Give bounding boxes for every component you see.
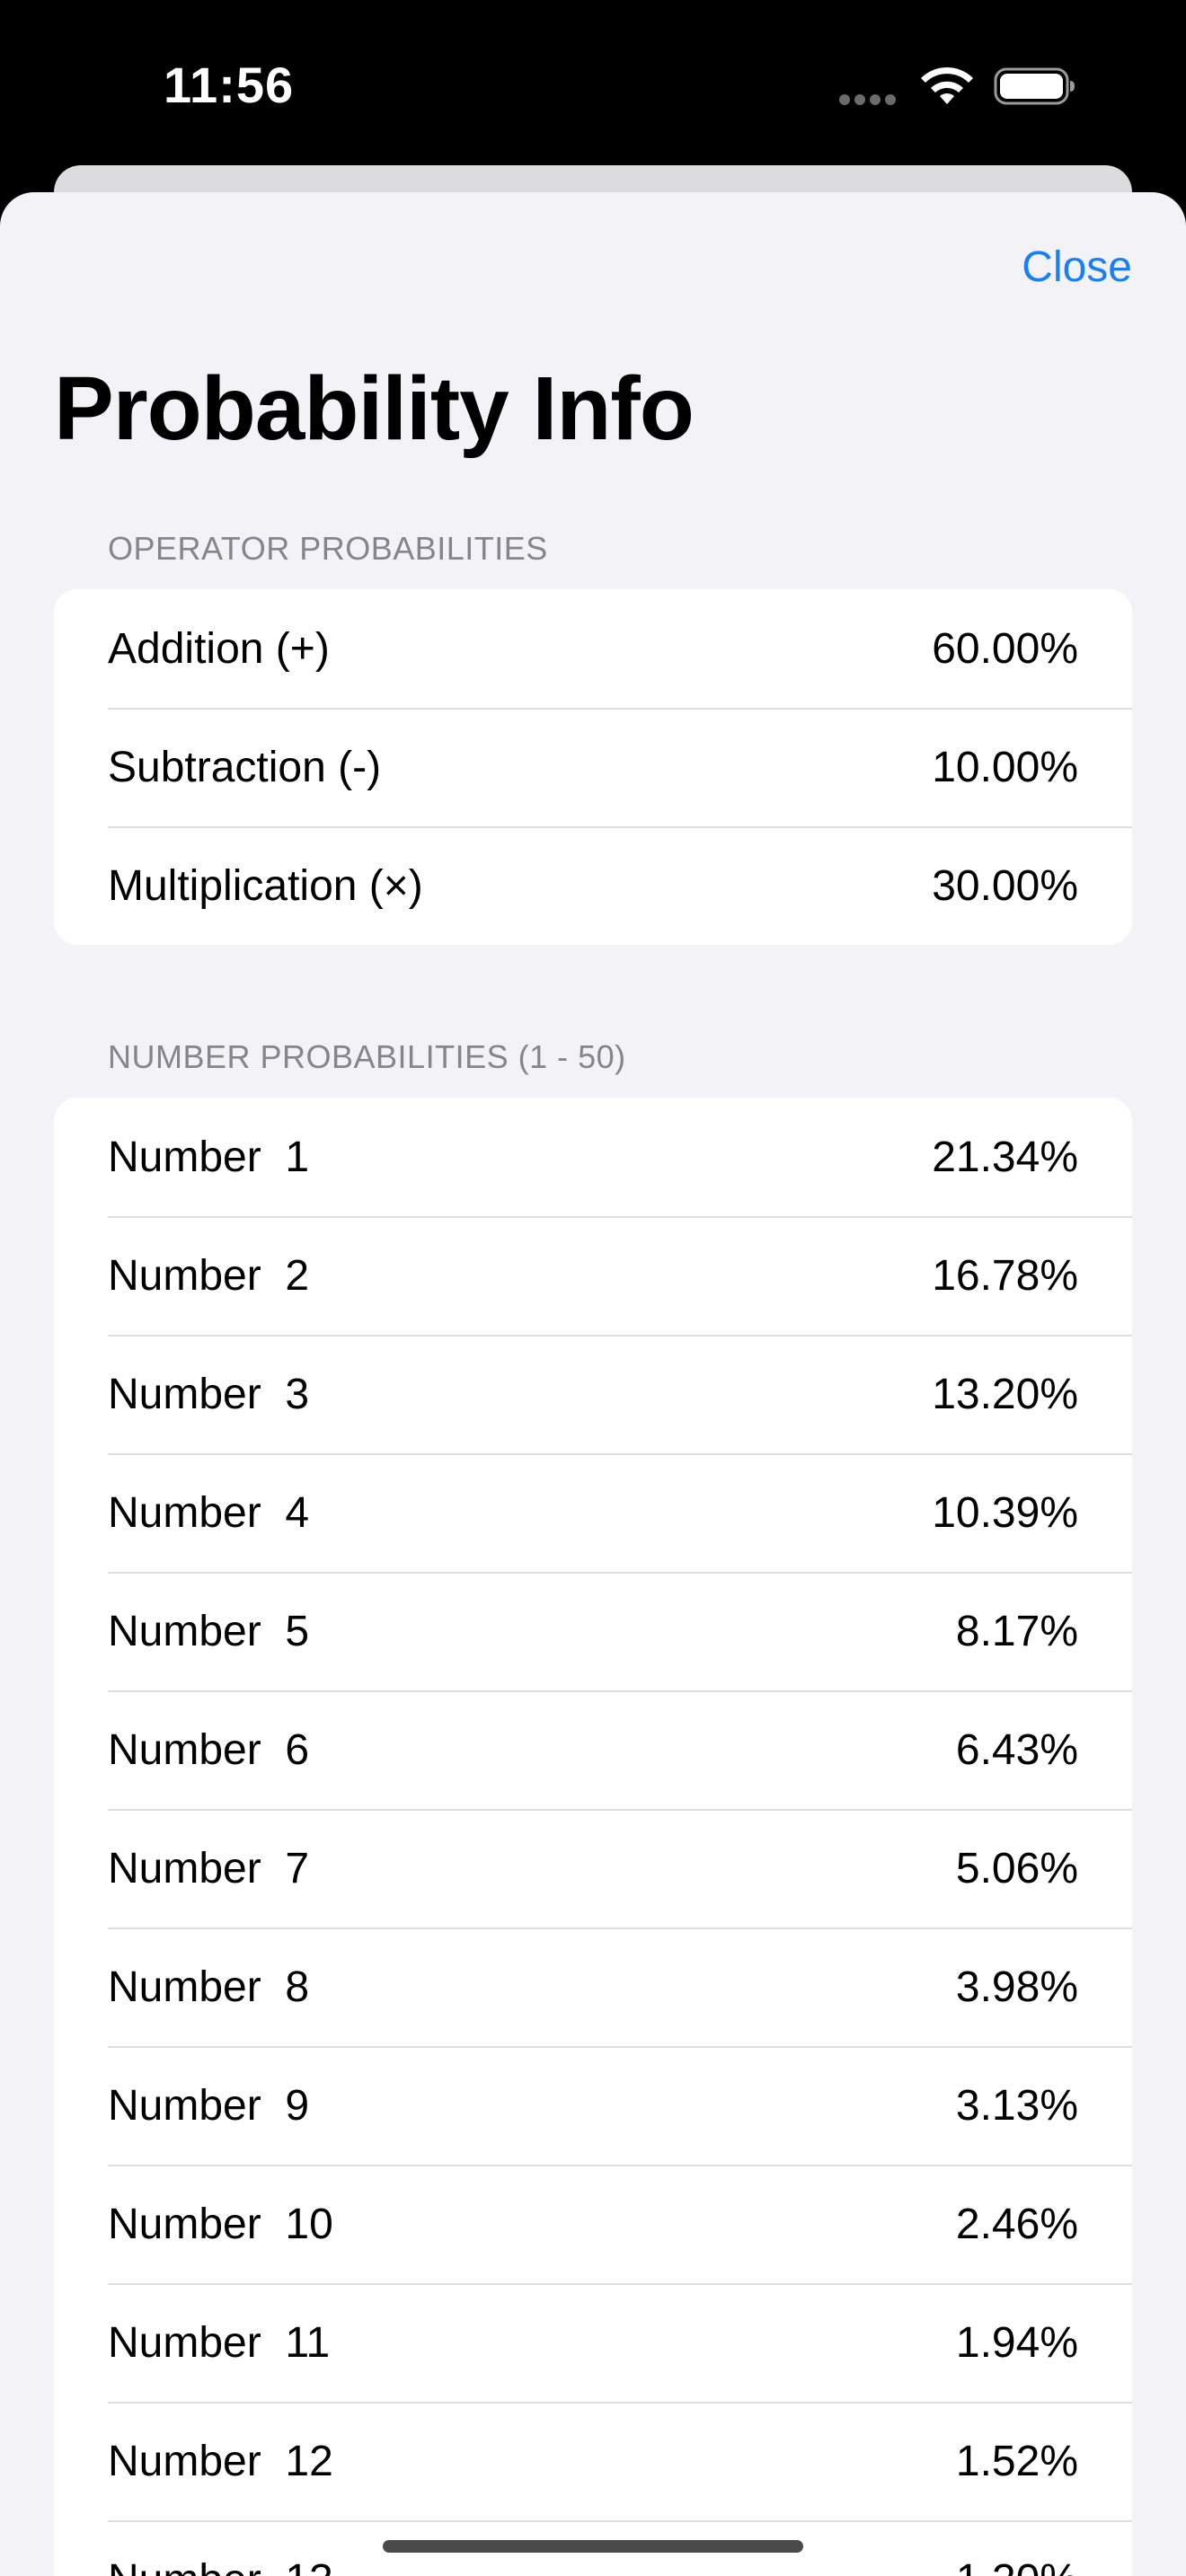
operator-value: 10.00% — [932, 743, 1078, 791]
operator-row-multiplication: Multiplication (×) 30.00% — [54, 826, 1132, 945]
number-value: 10.39% — [932, 1488, 1078, 1537]
number-probabilities-list: Number 1 21.34% Number 2 16.78% Number 3… — [54, 1098, 1132, 2576]
number-row: Number 6 6.43% — [54, 1690, 1132, 1809]
battery-icon — [994, 67, 1075, 105]
operator-value: 30.00% — [932, 861, 1078, 910]
number-value: 3.13% — [955, 2081, 1078, 2130]
signal-dots-icon — [839, 93, 900, 105]
number-label: Number 2 — [108, 1251, 310, 1300]
number-label: Number 8 — [108, 1963, 310, 2011]
number-row: Number 2 16.78% — [54, 1216, 1132, 1335]
number-label: Number 4 — [108, 1488, 310, 1537]
operator-label: Multiplication (×) — [108, 861, 423, 910]
screen: 11:56 Close Probability Info OPERATOR PR… — [0, 0, 1186, 2576]
number-row: Number 7 5.06% — [54, 1809, 1132, 1928]
number-value: 21.34% — [932, 1133, 1078, 1181]
page-title: Probability Info — [54, 358, 695, 459]
operator-value: 60.00% — [932, 624, 1078, 673]
number-label: Number 13 — [108, 2555, 333, 2576]
number-value: 1.94% — [955, 2318, 1078, 2367]
number-value: 5.06% — [955, 1844, 1078, 1892]
number-value: 6.43% — [955, 1725, 1078, 1774]
number-label: Number 10 — [108, 2200, 333, 2248]
operator-section-header: OPERATOR PROBABILITIES — [108, 530, 548, 567]
number-value: 1.20% — [956, 2555, 1078, 2576]
operator-row-addition: Addition (+) 60.00% — [54, 589, 1132, 708]
status-bar: 11:56 — [0, 0, 1186, 171]
number-row: Number 8 3.98% — [54, 1928, 1132, 2046]
status-time: 11:56 — [164, 57, 295, 113]
number-row: Number 3 13.20% — [54, 1335, 1132, 1453]
number-value: 8.17% — [955, 1607, 1078, 1655]
number-row: Number 1 21.34% — [54, 1098, 1132, 1216]
number-row: Number 11 1.94% — [54, 2283, 1132, 2402]
number-row: Number 4 10.39% — [54, 1453, 1132, 1572]
wifi-icon — [921, 66, 973, 104]
number-value: 2.46% — [955, 2200, 1078, 2248]
number-row: Number 12 1.52% — [54, 2402, 1132, 2520]
probability-sheet: Close Probability Info OPERATOR PROBABIL… — [0, 192, 1186, 2576]
home-indicator[interactable] — [383, 2540, 803, 2553]
number-row: Number 10 2.46% — [54, 2165, 1132, 2283]
number-label: Number 11 — [108, 2318, 331, 2367]
number-row: Number 5 8.17% — [54, 1572, 1132, 1690]
number-value: 3.98% — [955, 1963, 1078, 2011]
operator-probabilities-list: Addition (+) 60.00% Subtraction (-) 10.0… — [54, 589, 1132, 945]
close-button[interactable]: Close — [1022, 243, 1132, 292]
number-label: Number 3 — [108, 1370, 310, 1418]
number-value: 1.52% — [955, 2437, 1078, 2485]
operator-label: Addition (+) — [108, 624, 330, 673]
operator-label: Subtraction (-) — [108, 743, 382, 791]
number-label: Number 6 — [108, 1725, 310, 1774]
number-section-header: NUMBER PROBABILITIES (1 - 50) — [108, 1038, 626, 1075]
number-row: Number 9 3.13% — [54, 2046, 1132, 2165]
number-label: Number 1 — [108, 1133, 310, 1181]
number-label: Number 9 — [108, 2081, 310, 2130]
number-label: Number 12 — [108, 2437, 333, 2485]
operator-row-subtraction: Subtraction (-) 10.00% — [54, 708, 1132, 826]
number-value: 16.78% — [932, 1251, 1078, 1300]
number-value: 13.20% — [932, 1370, 1078, 1418]
number-label: Number 5 — [108, 1607, 310, 1655]
number-label: Number 7 — [108, 1844, 310, 1892]
